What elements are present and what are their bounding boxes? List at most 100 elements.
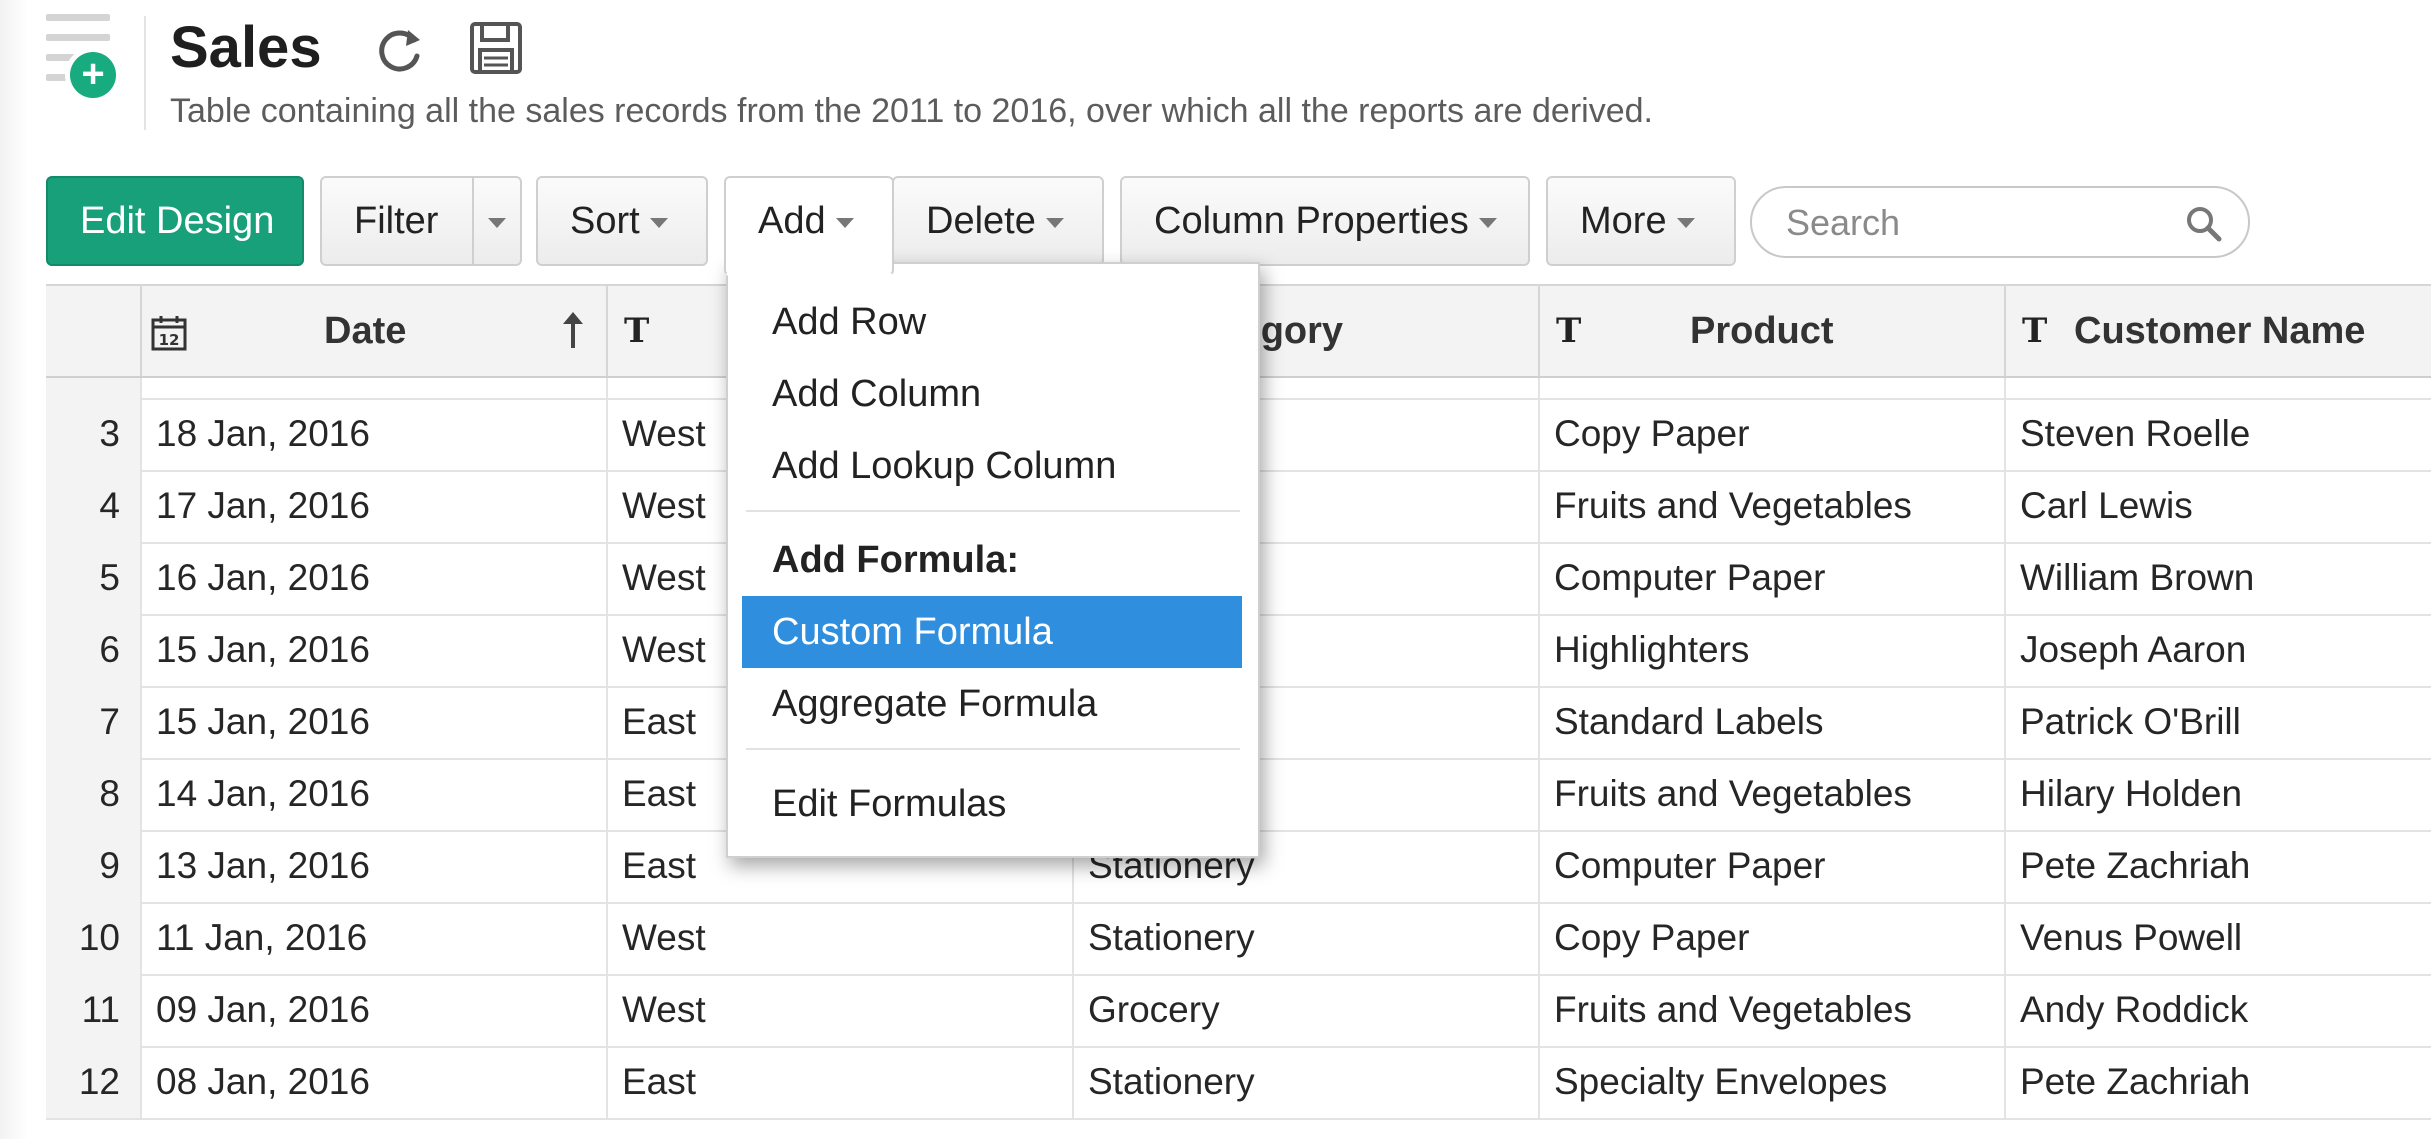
column-header-customer[interactable]: T Customer Name: [2004, 286, 2431, 376]
menu-item-aggregate-formula[interactable]: Aggregate Formula: [742, 668, 1242, 740]
page-edge: [0, 0, 28, 1139]
cell-region[interactable]: East: [606, 1046, 1072, 1118]
menu-item-add-column[interactable]: Add Column: [742, 358, 1242, 430]
cell-customer[interactable]: Carl Lewis: [2004, 470, 2431, 542]
page-header: + Sales Table containing all the sales r…: [0, 0, 2431, 170]
page-description: Table containing all the sales records f…: [170, 92, 1653, 130]
table-row[interactable]: 11 09 Jan, 2016 West Grocery Fruits and …: [46, 974, 2431, 1048]
cell-region[interactable]: West: [606, 902, 1072, 974]
add-label: Add: [758, 200, 826, 242]
edit-design-button[interactable]: Edit Design: [46, 176, 304, 266]
cell-product[interactable]: Computer Paper: [1538, 830, 2004, 902]
row-number: 11: [46, 974, 140, 1046]
calendar-type-icon: 12: [151, 316, 187, 351]
header-divider: [144, 16, 146, 130]
menu-bar: [46, 14, 110, 21]
table-row[interactable]: 12 08 Jan, 2016 East Stationery Specialt…: [46, 1046, 2431, 1120]
cell-product[interactable]: Highlighters: [1538, 614, 2004, 686]
row-number: 4: [46, 470, 140, 542]
row-number: 12: [46, 1046, 140, 1118]
cell-date[interactable]: 09 Jan, 2016: [140, 974, 606, 1046]
row-number: 8: [46, 758, 140, 830]
filter-dropdown-toggle[interactable]: [472, 178, 520, 264]
column-properties-button[interactable]: Column Properties: [1120, 176, 1530, 266]
cell-date[interactable]: 08 Jan, 2016: [140, 1046, 606, 1118]
add-menu-icon[interactable]: +: [46, 14, 122, 98]
row-number: 7: [46, 686, 140, 758]
column-properties-label: Column Properties: [1154, 200, 1469, 242]
sort-button[interactable]: Sort: [536, 176, 708, 266]
sort-ascending-icon[interactable]: [558, 310, 588, 350]
column-header-product[interactable]: T Product: [1538, 286, 2004, 376]
cell-date[interactable]: 16 Jan, 2016: [140, 542, 606, 614]
cell-date[interactable]: 14 Jan, 2016: [140, 758, 606, 830]
cell-product[interactable]: Computer Paper: [1538, 542, 2004, 614]
row-number: 10: [46, 902, 140, 974]
row-number: 3: [46, 398, 140, 470]
search-icon[interactable]: [2184, 204, 2224, 244]
menu-item-edit-formulas[interactable]: Edit Formulas: [742, 768, 1242, 840]
cell-date[interactable]: 18 Jan, 2016: [140, 398, 606, 470]
add-dropdown-menu: Add Row Add Column Add Lookup Column Add…: [726, 262, 1260, 858]
cell-customer[interactable]: Hilary Holden: [2004, 758, 2431, 830]
cell-category[interactable]: Stationery: [1072, 1046, 1538, 1118]
menu-item-add-row[interactable]: Add Row: [742, 286, 1242, 358]
menu-separator: [746, 748, 1240, 750]
column-label-date: Date: [324, 310, 407, 352]
add-button[interactable]: Add: [724, 176, 894, 276]
menu-item-add-lookup-column[interactable]: Add Lookup Column: [742, 430, 1242, 502]
cell-customer[interactable]: Patrick O'Brill: [2004, 686, 2431, 758]
plus-icon: +: [70, 52, 116, 98]
text-type-icon: T: [2022, 311, 2048, 351]
menu-bar: [46, 34, 110, 41]
cell-customer[interactable]: Pete Zachriah: [2004, 1046, 2431, 1118]
save-icon[interactable]: [468, 20, 524, 76]
cell-date[interactable]: 13 Jan, 2016: [140, 830, 606, 902]
cell-date[interactable]: 15 Jan, 2016: [140, 686, 606, 758]
cell-customer[interactable]: Venus Powell: [2004, 902, 2431, 974]
menu-item-custom-formula[interactable]: Custom Formula: [742, 596, 1242, 668]
column-header-date[interactable]: 12 Date: [140, 286, 606, 376]
menu-bar: [46, 74, 68, 81]
cell-product[interactable]: Specialty Envelopes: [1538, 1046, 2004, 1118]
cell-product[interactable]: Fruits and Vegetables: [1538, 758, 2004, 830]
row-number: 6: [46, 614, 140, 686]
cell-category[interactable]: Grocery: [1072, 974, 1538, 1046]
menu-separator: [746, 510, 1240, 512]
cell-date[interactable]: 11 Jan, 2016: [140, 902, 606, 974]
more-button[interactable]: More: [1546, 176, 1736, 266]
chevron-down-icon: [1045, 217, 1064, 228]
cell-customer[interactable]: Steven Roelle: [2004, 398, 2431, 470]
column-label-customer: Customer Name: [2074, 310, 2366, 352]
edit-design-label: Edit Design: [80, 200, 275, 242]
more-label: More: [1580, 200, 1667, 242]
row-number: 5: [46, 542, 140, 614]
cell-customer[interactable]: Joseph Aaron: [2004, 614, 2431, 686]
search-box: [1750, 186, 2250, 258]
chevron-down-icon: [835, 217, 854, 228]
cell-date[interactable]: 15 Jan, 2016: [140, 614, 606, 686]
cell-category[interactable]: Stationery: [1072, 902, 1538, 974]
menu-bar: [46, 54, 76, 61]
filter-label: Filter: [354, 200, 439, 242]
cell-region[interactable]: West: [606, 974, 1072, 1046]
filter-button[interactable]: Filter: [320, 176, 522, 266]
cell-date[interactable]: 17 Jan, 2016: [140, 470, 606, 542]
cell-customer[interactable]: William Brown: [2004, 542, 2431, 614]
search-input[interactable]: [1784, 196, 2168, 250]
cell-product[interactable]: Standard Labels: [1538, 686, 2004, 758]
delete-label: Delete: [926, 200, 1036, 242]
cell-product[interactable]: Fruits and Vegetables: [1538, 470, 2004, 542]
chevron-down-icon: [1676, 217, 1695, 228]
chevron-down-icon: [488, 217, 506, 228]
table-row[interactable]: 10 11 Jan, 2016 West Stationery Copy Pap…: [46, 902, 2431, 976]
row-number-header: [46, 286, 140, 376]
cell-product[interactable]: Fruits and Vegetables: [1538, 974, 2004, 1046]
delete-button[interactable]: Delete: [892, 176, 1104, 266]
cell-product[interactable]: Copy Paper: [1538, 398, 2004, 470]
reload-icon[interactable]: [374, 24, 426, 76]
chevron-down-icon: [1478, 217, 1497, 228]
cell-customer[interactable]: Andy Roddick: [2004, 974, 2431, 1046]
cell-product[interactable]: Copy Paper: [1538, 902, 2004, 974]
cell-customer[interactable]: Pete Zachriah: [2004, 830, 2431, 902]
